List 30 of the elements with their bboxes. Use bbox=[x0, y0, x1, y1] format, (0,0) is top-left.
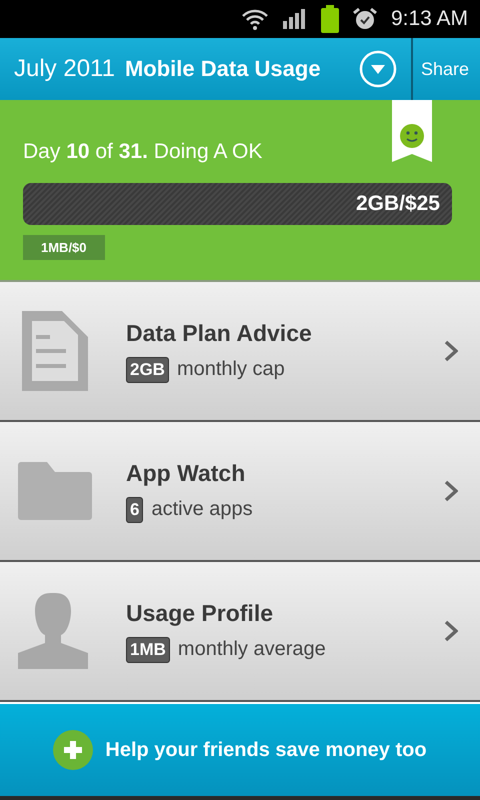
item-caption: active apps bbox=[151, 498, 253, 521]
chevron-icon bbox=[444, 620, 458, 642]
month-label: July 2011 bbox=[14, 55, 115, 83]
smiley-flag-icon bbox=[392, 100, 432, 162]
item-title: Data Plan Advice bbox=[126, 320, 313, 346]
count-badge: 2GB bbox=[126, 356, 169, 382]
folder-icon bbox=[18, 462, 92, 520]
battery-icon bbox=[320, 5, 339, 33]
alarm-icon bbox=[352, 7, 377, 31]
dropdown-icon[interactable] bbox=[358, 50, 397, 88]
list-item[interactable]: Usage Profile 1MB monthly average bbox=[0, 562, 480, 702]
signal-icon bbox=[282, 9, 307, 29]
wifi-icon bbox=[240, 8, 269, 30]
cap-label: 2GB/$25 bbox=[356, 192, 440, 216]
chevron-icon bbox=[444, 480, 458, 502]
item-caption: monthly cap bbox=[176, 358, 285, 381]
item-title: Usage Profile bbox=[126, 600, 274, 626]
app-title: Mobile Data Usage bbox=[124, 56, 322, 82]
status-message: Day 10 of 31. Doing A OK bbox=[23, 140, 264, 164]
chevron-icon bbox=[444, 340, 458, 362]
count-badge: 6 bbox=[126, 496, 144, 522]
count-badge: 1MB bbox=[126, 636, 170, 662]
list-item[interactable]: Data Plan Advice 2GB monthly cap bbox=[0, 282, 480, 422]
document-icon bbox=[22, 311, 88, 391]
used-marker: 1MB/$0 bbox=[23, 235, 105, 260]
item-caption: monthly average bbox=[178, 638, 326, 661]
item-title: App Watch bbox=[126, 460, 246, 486]
list-item[interactable]: App Watch 6 active apps bbox=[0, 422, 480, 562]
plus-icon bbox=[53, 730, 94, 770]
clock-time: 9:13 AM bbox=[390, 7, 468, 31]
